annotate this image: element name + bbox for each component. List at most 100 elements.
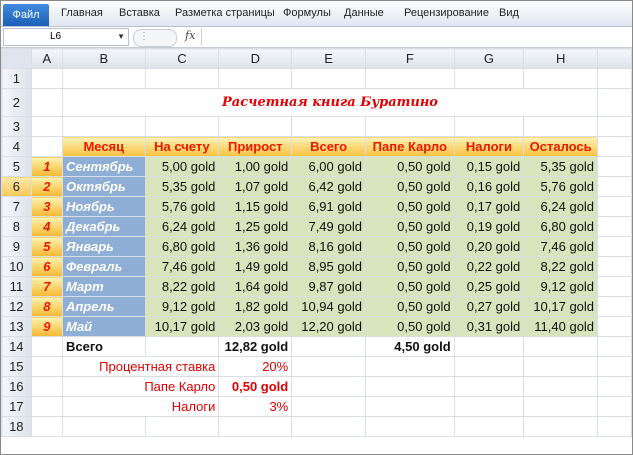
cell[interactable] [597,296,632,317]
tab-file[interactable]: Файл [3,4,49,26]
cell[interactable] [364,356,455,377]
column-header[interactable] [597,48,632,69]
balance-cell[interactable]: 6,24 gold [144,216,220,237]
total-cell[interactable]: 9,87 gold [291,276,366,297]
row-header[interactable]: 13 [1,316,32,337]
month-index-cell[interactable]: 6 [30,256,63,277]
cell[interactable] [597,216,632,237]
row-header[interactable]: 6 [1,176,32,197]
tab-review[interactable]: Рецензирование [404,7,489,19]
total-cell[interactable]: 10,94 gold [291,296,366,317]
cell[interactable] [523,68,599,89]
row-header[interactable]: 17 [1,396,32,417]
month-cell[interactable]: Апрель [61,296,146,317]
cell[interactable] [364,416,455,437]
cell[interactable] [597,88,632,117]
cell[interactable] [144,416,220,437]
tax-cell[interactable]: 0,31 gold [453,316,525,337]
carlo-cell[interactable]: 0,50 gold [364,236,455,257]
total-cell[interactable]: 6,91 gold [291,196,366,217]
cell[interactable] [364,116,455,137]
param-label-rate[interactable]: Процентная ставка [61,356,220,377]
cell[interactable] [453,116,525,137]
row-header[interactable]: 14 [1,336,32,357]
rest-cell[interactable]: 7,46 gold [523,236,599,257]
carlo-cell[interactable]: 0,50 gold [364,196,455,217]
cell[interactable] [291,68,366,89]
cell[interactable] [30,336,63,357]
growth-cell[interactable]: 1,00 gold [218,156,293,177]
column-header[interactable]: D [218,48,293,69]
growth-cell[interactable]: 1,49 gold [218,256,293,277]
cell[interactable] [291,396,366,417]
cell[interactable] [291,376,366,397]
formula-buttons[interactable]: ⋮ [133,29,177,47]
cell[interactable] [597,68,632,89]
fx-icon[interactable]: fx [185,29,195,42]
cell[interactable] [453,336,525,357]
rest-cell[interactable]: 5,76 gold [523,176,599,197]
row-header[interactable]: 11 [1,276,32,297]
total-carlo[interactable]: 4,50 gold [364,336,455,357]
cell[interactable] [453,376,525,397]
month-index-cell[interactable]: 9 [30,316,63,337]
month-cell[interactable]: Февраль [61,256,146,277]
header-cell[interactable]: Прирост [218,136,293,157]
balance-cell[interactable]: 7,46 gold [144,256,220,277]
cell[interactable] [30,88,63,117]
row-header[interactable]: 16 [1,376,32,397]
tax-cell[interactable]: 0,16 gold [453,176,525,197]
month-cell[interactable]: Сентябрь [61,156,146,177]
row-header[interactable]: 12 [1,296,32,317]
tab-data[interactable]: Данные [344,7,384,19]
cell[interactable] [597,356,632,377]
cell[interactable] [597,316,632,337]
row-header[interactable]: 8 [1,216,32,237]
row-header[interactable]: 18 [1,416,32,437]
month-index-cell[interactable]: 2 [30,176,63,197]
column-header[interactable]: E [291,48,366,69]
cell[interactable] [61,68,146,89]
cell[interactable] [597,116,632,137]
row-header[interactable]: 4 [1,136,32,157]
rest-cell[interactable]: 9,12 gold [523,276,599,297]
param-value-tax[interactable]: 3% [218,396,293,417]
cell[interactable] [30,416,63,437]
growth-cell[interactable]: 2,03 gold [218,316,293,337]
cell[interactable] [523,376,599,397]
rest-cell[interactable]: 6,24 gold [523,196,599,217]
month-index-cell[interactable]: 5 [30,236,63,257]
cell[interactable] [61,416,146,437]
column-header[interactable]: C [144,48,220,69]
cell[interactable] [144,68,220,89]
cell[interactable] [597,136,632,157]
total-cell[interactable]: 7,49 gold [291,216,366,237]
cell[interactable] [291,356,366,377]
cell[interactable] [597,376,632,397]
header-cell[interactable]: Всего [291,136,366,157]
cell[interactable] [597,276,632,297]
cell[interactable] [597,156,632,177]
column-header[interactable]: B [61,48,146,69]
cell[interactable] [30,376,63,397]
tax-cell[interactable]: 0,15 gold [453,156,525,177]
cell[interactable] [291,416,366,437]
cell[interactable] [453,68,525,89]
carlo-cell[interactable]: 0,50 gold [364,216,455,237]
tab-home[interactable]: Главная [61,7,103,19]
column-header[interactable]: A [30,48,63,69]
cell[interactable] [30,116,63,137]
name-box[interactable]: L6 ▼ [3,28,129,46]
growth-cell[interactable]: 1,64 gold [218,276,293,297]
balance-cell[interactable]: 6,80 gold [144,236,220,257]
cell[interactable] [144,116,220,137]
header-cell[interactable]: Осталось [523,136,599,157]
cell[interactable] [597,176,632,197]
formula-input[interactable] [201,28,632,45]
month-cell[interactable]: Октябрь [61,176,146,197]
cell[interactable] [364,376,455,397]
rest-cell[interactable]: 8,22 gold [523,256,599,277]
cell[interactable] [30,136,63,157]
rest-cell[interactable]: 10,17 gold [523,296,599,317]
cell[interactable] [597,196,632,217]
